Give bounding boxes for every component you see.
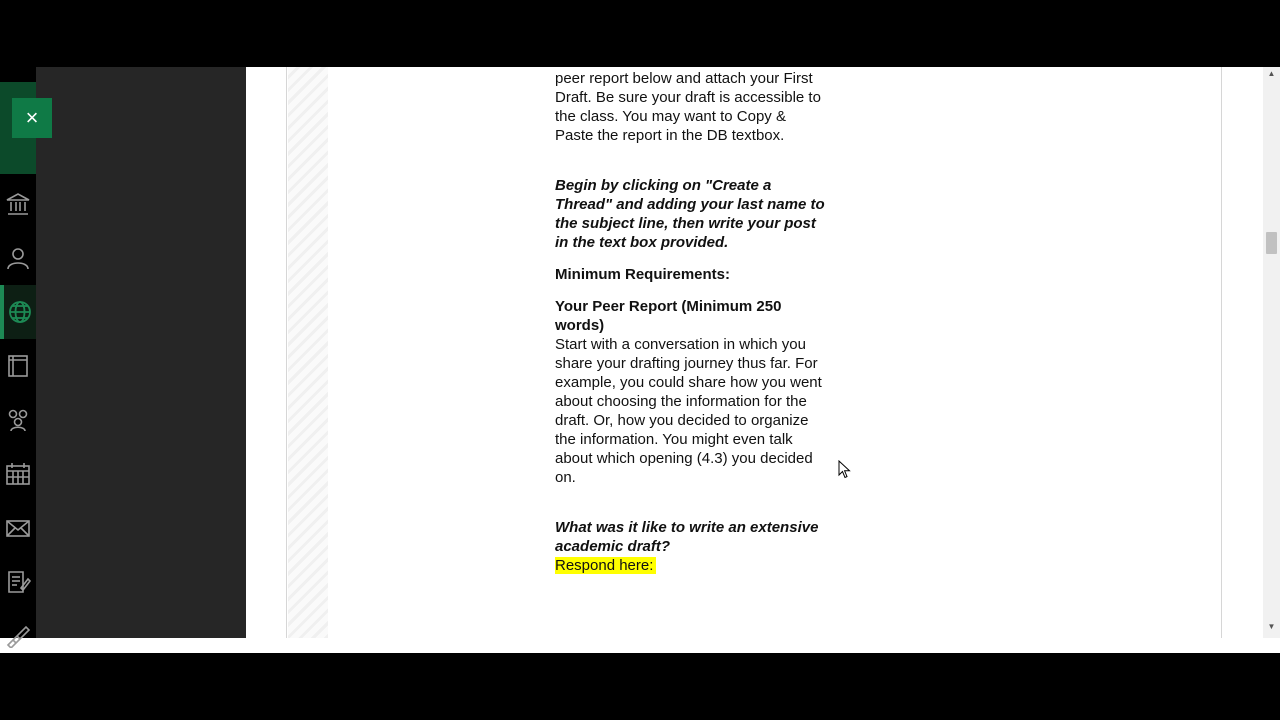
minimum-requirements-heading: Minimum Requirements: xyxy=(555,266,731,283)
instructions-paragraph: Begin by clicking on "Create a Thread" a… xyxy=(555,177,825,251)
screen: × peer report below and attach your Firs… xyxy=(0,67,1280,653)
messages-icon[interactable] xyxy=(0,501,36,555)
bottom-bar xyxy=(36,638,1280,653)
profile-icon[interactable] xyxy=(0,231,36,285)
tools-icon[interactable] xyxy=(0,609,36,653)
groups-icon[interactable] xyxy=(0,393,36,447)
vertical-scrollbar[interactable]: ▲ ▼ xyxy=(1263,67,1280,638)
respond-line: Respond here: xyxy=(555,556,825,575)
respond-here-prompt: Respond here: xyxy=(555,557,657,574)
panel-border-left xyxy=(286,67,287,638)
peer-report-body: Start with a conversation in which you s… xyxy=(555,336,822,486)
grades-icon[interactable] xyxy=(0,555,36,609)
close-button[interactable]: × xyxy=(12,98,52,138)
striped-margin xyxy=(288,67,328,638)
institution-icon[interactable] xyxy=(0,177,36,231)
scroll-up-arrow-icon[interactable]: ▲ xyxy=(1263,69,1280,83)
scrollbar-thumb[interactable] xyxy=(1266,232,1277,254)
question-text: What was it like to write an extensive a… xyxy=(555,519,819,555)
mouse-cursor-icon xyxy=(838,460,851,479)
peer-report-heading: Your Peer Report (Minimum 250 words) xyxy=(555,298,782,334)
calendar-icon[interactable] xyxy=(0,447,36,501)
navigation-drawer xyxy=(36,67,246,638)
scroll-down-arrow-icon[interactable]: ▼ xyxy=(1263,622,1280,636)
intro-paragraph: peer report below and attach your First … xyxy=(555,70,821,144)
courses-globe-icon[interactable] xyxy=(0,285,36,339)
content-panel: peer report below and attach your First … xyxy=(246,67,1263,638)
panel-border-right xyxy=(1221,67,1222,638)
organizations-icon[interactable] xyxy=(0,339,36,393)
discussion-description: peer report below and attach your First … xyxy=(555,67,825,575)
navigation-rail xyxy=(0,67,36,648)
